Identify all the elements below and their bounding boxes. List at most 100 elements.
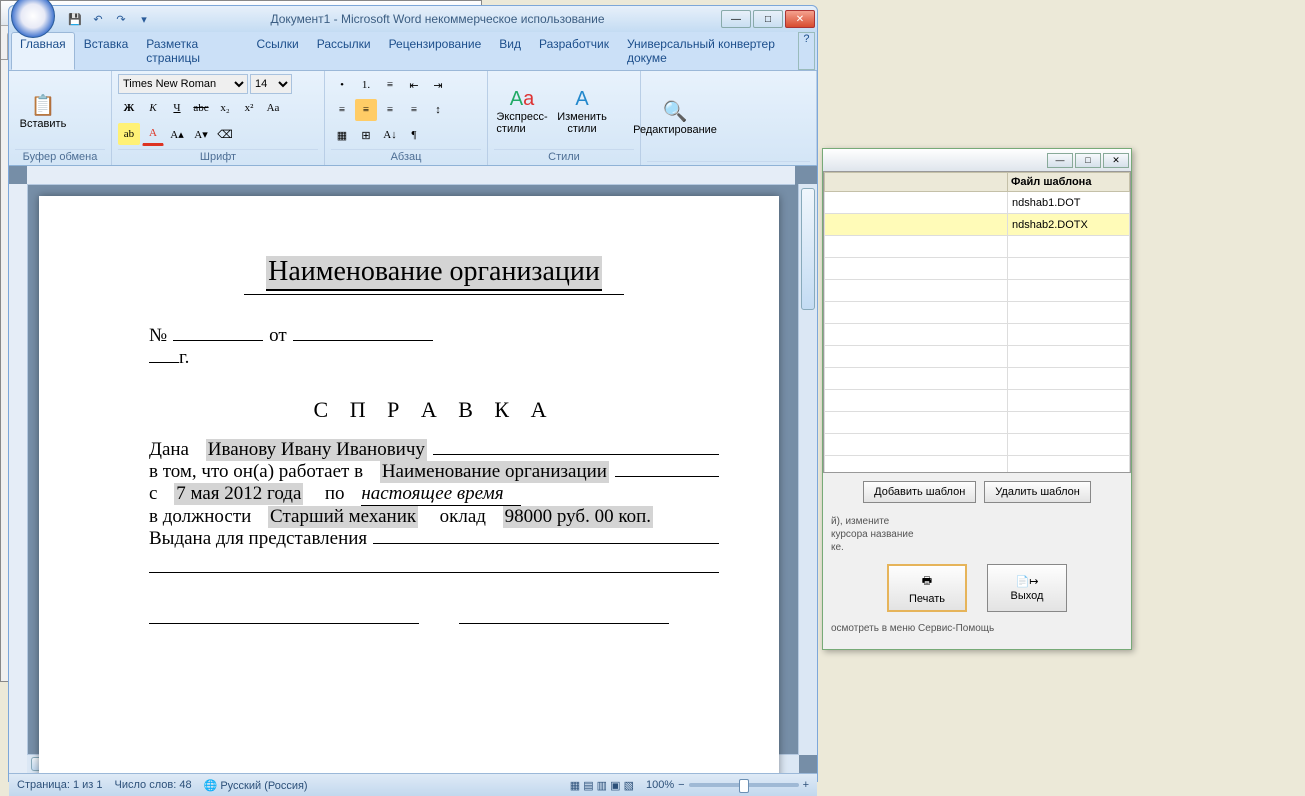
numbering-button[interactable]: 1. [355, 74, 377, 96]
highlight-button[interactable]: ab [118, 123, 140, 145]
styles-icon: Аa [510, 88, 534, 111]
help-icon[interactable]: ? [798, 32, 815, 70]
line-spacing-button[interactable]: ↕ [427, 99, 449, 121]
tpl-titlebar: — □ ✕ [823, 149, 1131, 171]
scrollbar-vertical[interactable] [798, 184, 817, 755]
quick-styles-button[interactable]: АaЭкспресс-стили [494, 74, 550, 149]
zoom-control[interactable]: 100% −+ [646, 779, 809, 791]
undo-icon[interactable]: ↶ [88, 9, 108, 29]
group-paragraph: Абзац [331, 149, 481, 163]
doc-period-line: с 7 мая 2012 года по настоящее время [149, 483, 719, 506]
font-size-select[interactable]: 14 [250, 74, 292, 94]
subscript-button[interactable]: x₂ [214, 97, 236, 119]
sort-button[interactable]: A↓ [379, 124, 401, 146]
tpl-close-button[interactable]: ✕ [1103, 153, 1129, 168]
superscript-button[interactable]: x² [238, 97, 260, 119]
quick-access-toolbar: 💾 ↶ ↷ ▾ [65, 9, 154, 29]
shrink-font-button[interactable]: A▾ [190, 123, 212, 145]
paste-button[interactable]: 📋Вставить [15, 74, 71, 149]
grid-row[interactable]: ndshab1.DOT [825, 192, 1130, 214]
word-window: 💾 ↶ ↷ ▾ Документ1 - Microsoft Word неком… [8, 5, 818, 782]
indent-inc-button[interactable]: ⇥ [427, 74, 449, 96]
close-button[interactable]: ✕ [785, 10, 815, 28]
bullets-button[interactable]: • [331, 74, 353, 96]
maximize-button[interactable]: □ [753, 10, 783, 28]
status-page[interactable]: Страница: 1 из 1 [17, 779, 103, 791]
change-case-button[interactable]: Aa [262, 97, 284, 119]
change-styles-icon: А [575, 88, 588, 111]
align-center-button[interactable]: ≡ [355, 99, 377, 121]
align-right-button[interactable]: ≡ [379, 99, 401, 121]
borders-button[interactable]: ⊞ [355, 124, 377, 146]
grow-font-button[interactable]: A▴ [166, 123, 188, 145]
grid-col-file[interactable]: Файл шаблона [1008, 173, 1130, 192]
template-dialog: — □ ✕ Файл шаблона ndshab1.DOT ndshab2.D… [822, 148, 1132, 650]
justify-button[interactable]: ≡ [403, 99, 425, 121]
clipboard-icon: 📋 [31, 93, 56, 118]
doc-blank-line [149, 572, 719, 573]
doc-works-line: в том, что он(а) работает в Наименование… [149, 461, 719, 483]
tpl-del-button[interactable]: Удалить шаблон [984, 481, 1091, 503]
save-icon[interactable]: 💾 [65, 9, 85, 29]
ruler-vertical[interactable] [9, 184, 28, 773]
scroll-thumb[interactable] [801, 188, 815, 310]
shading-button[interactable]: ▦ [331, 124, 353, 146]
clear-format-button[interactable]: ⌫ [214, 123, 236, 145]
font-family-select[interactable]: Times New Roman [118, 74, 248, 94]
minimize-button[interactable]: — [721, 10, 751, 28]
editing-button[interactable]: 🔍Редактирование [647, 74, 703, 161]
bold-button[interactable]: Ж [118, 97, 140, 119]
indent-dec-button[interactable]: ⇤ [403, 74, 425, 96]
tab-home[interactable]: Главная [11, 32, 75, 70]
change-styles-button[interactable]: АИзменить стили [554, 74, 610, 149]
font-color-button[interactable]: A [142, 122, 164, 146]
group-font: Шрифт [118, 149, 318, 163]
tab-mailings[interactable]: Рассылки [308, 32, 380, 70]
tab-layout[interactable]: Разметка страницы [137, 32, 247, 70]
doc-position-line: в должности Старший механик оклад 98000 … [149, 506, 719, 528]
multilevel-button[interactable]: ≡ [379, 74, 401, 96]
tab-review[interactable]: Рецензирование [380, 32, 491, 70]
tab-converter[interactable]: Универсальный конвертер докуме [618, 32, 798, 70]
qat-more-icon[interactable]: ▾ [134, 9, 154, 29]
tpl-add-button[interactable]: Добавить шаблон [863, 481, 976, 503]
doc-issued-line: Выдана для представления [149, 528, 719, 550]
zoom-slider[interactable] [689, 783, 799, 787]
redo-icon[interactable]: ↷ [111, 9, 131, 29]
strike-button[interactable]: abc [190, 97, 212, 119]
document-page[interactable]: Наименование организации № от г. С П Р А… [39, 196, 779, 773]
ribbon: 📋Вставить Буфер обмена Times New Roman 1… [9, 71, 817, 166]
tpl-hint: й), изменитекурсора названиеке. [823, 511, 1131, 558]
tab-references[interactable]: Ссылки [247, 32, 307, 70]
template-grid[interactable]: Файл шаблона ndshab1.DOT ndshab2.DOTX [823, 171, 1131, 473]
group-styles: Стили [494, 149, 634, 163]
group-editing [647, 161, 810, 163]
show-marks-button[interactable]: ¶ [403, 124, 425, 146]
doc-number-line: № от [149, 325, 719, 347]
doc-org-title: Наименование организации [149, 256, 719, 288]
align-left-button[interactable]: ≡ [331, 99, 353, 121]
tpl-min-button[interactable]: — [1047, 153, 1073, 168]
grid-row-selected[interactable]: ndshab2.DOTX [825, 214, 1130, 236]
tpl-print-button[interactable]: 🖶Печать [887, 564, 967, 612]
group-clipboard: Буфер обмена [15, 149, 105, 163]
doc-heading: С П Р А В К А [149, 397, 719, 423]
tab-view[interactable]: Вид [490, 32, 530, 70]
tpl-exit-button[interactable]: 📄↦Выход [987, 564, 1067, 612]
status-lang[interactable]: 🌐 Русский (Россия) [204, 779, 308, 792]
view-buttons[interactable]: ▦ ▤ ▥ ▣ ▧ [570, 779, 634, 792]
underline-button[interactable]: Ч [166, 97, 188, 119]
ruler-horizontal[interactable] [27, 166, 795, 185]
tab-insert[interactable]: Вставка [75, 32, 138, 70]
doc-signature-lines [149, 623, 719, 624]
status-words[interactable]: Число слов: 48 [115, 779, 192, 791]
doc-dana-line: Дана Иванову Ивану Ивановичу [149, 439, 719, 461]
ribbon-tabs: Главная Вставка Разметка страницы Ссылки… [9, 32, 817, 71]
document-area: Наименование организации № от г. С П Р А… [9, 166, 817, 773]
printer-icon: 🖶 [922, 572, 932, 591]
window-title: Документ1 - Microsoft Word некоммерческо… [154, 12, 721, 26]
italic-button[interactable]: К [142, 97, 164, 119]
tpl-hint-2: осмотреть в меню Сервис-Помощь [823, 618, 1131, 639]
tab-developer[interactable]: Разработчик [530, 32, 618, 70]
tpl-max-button[interactable]: □ [1075, 153, 1101, 168]
